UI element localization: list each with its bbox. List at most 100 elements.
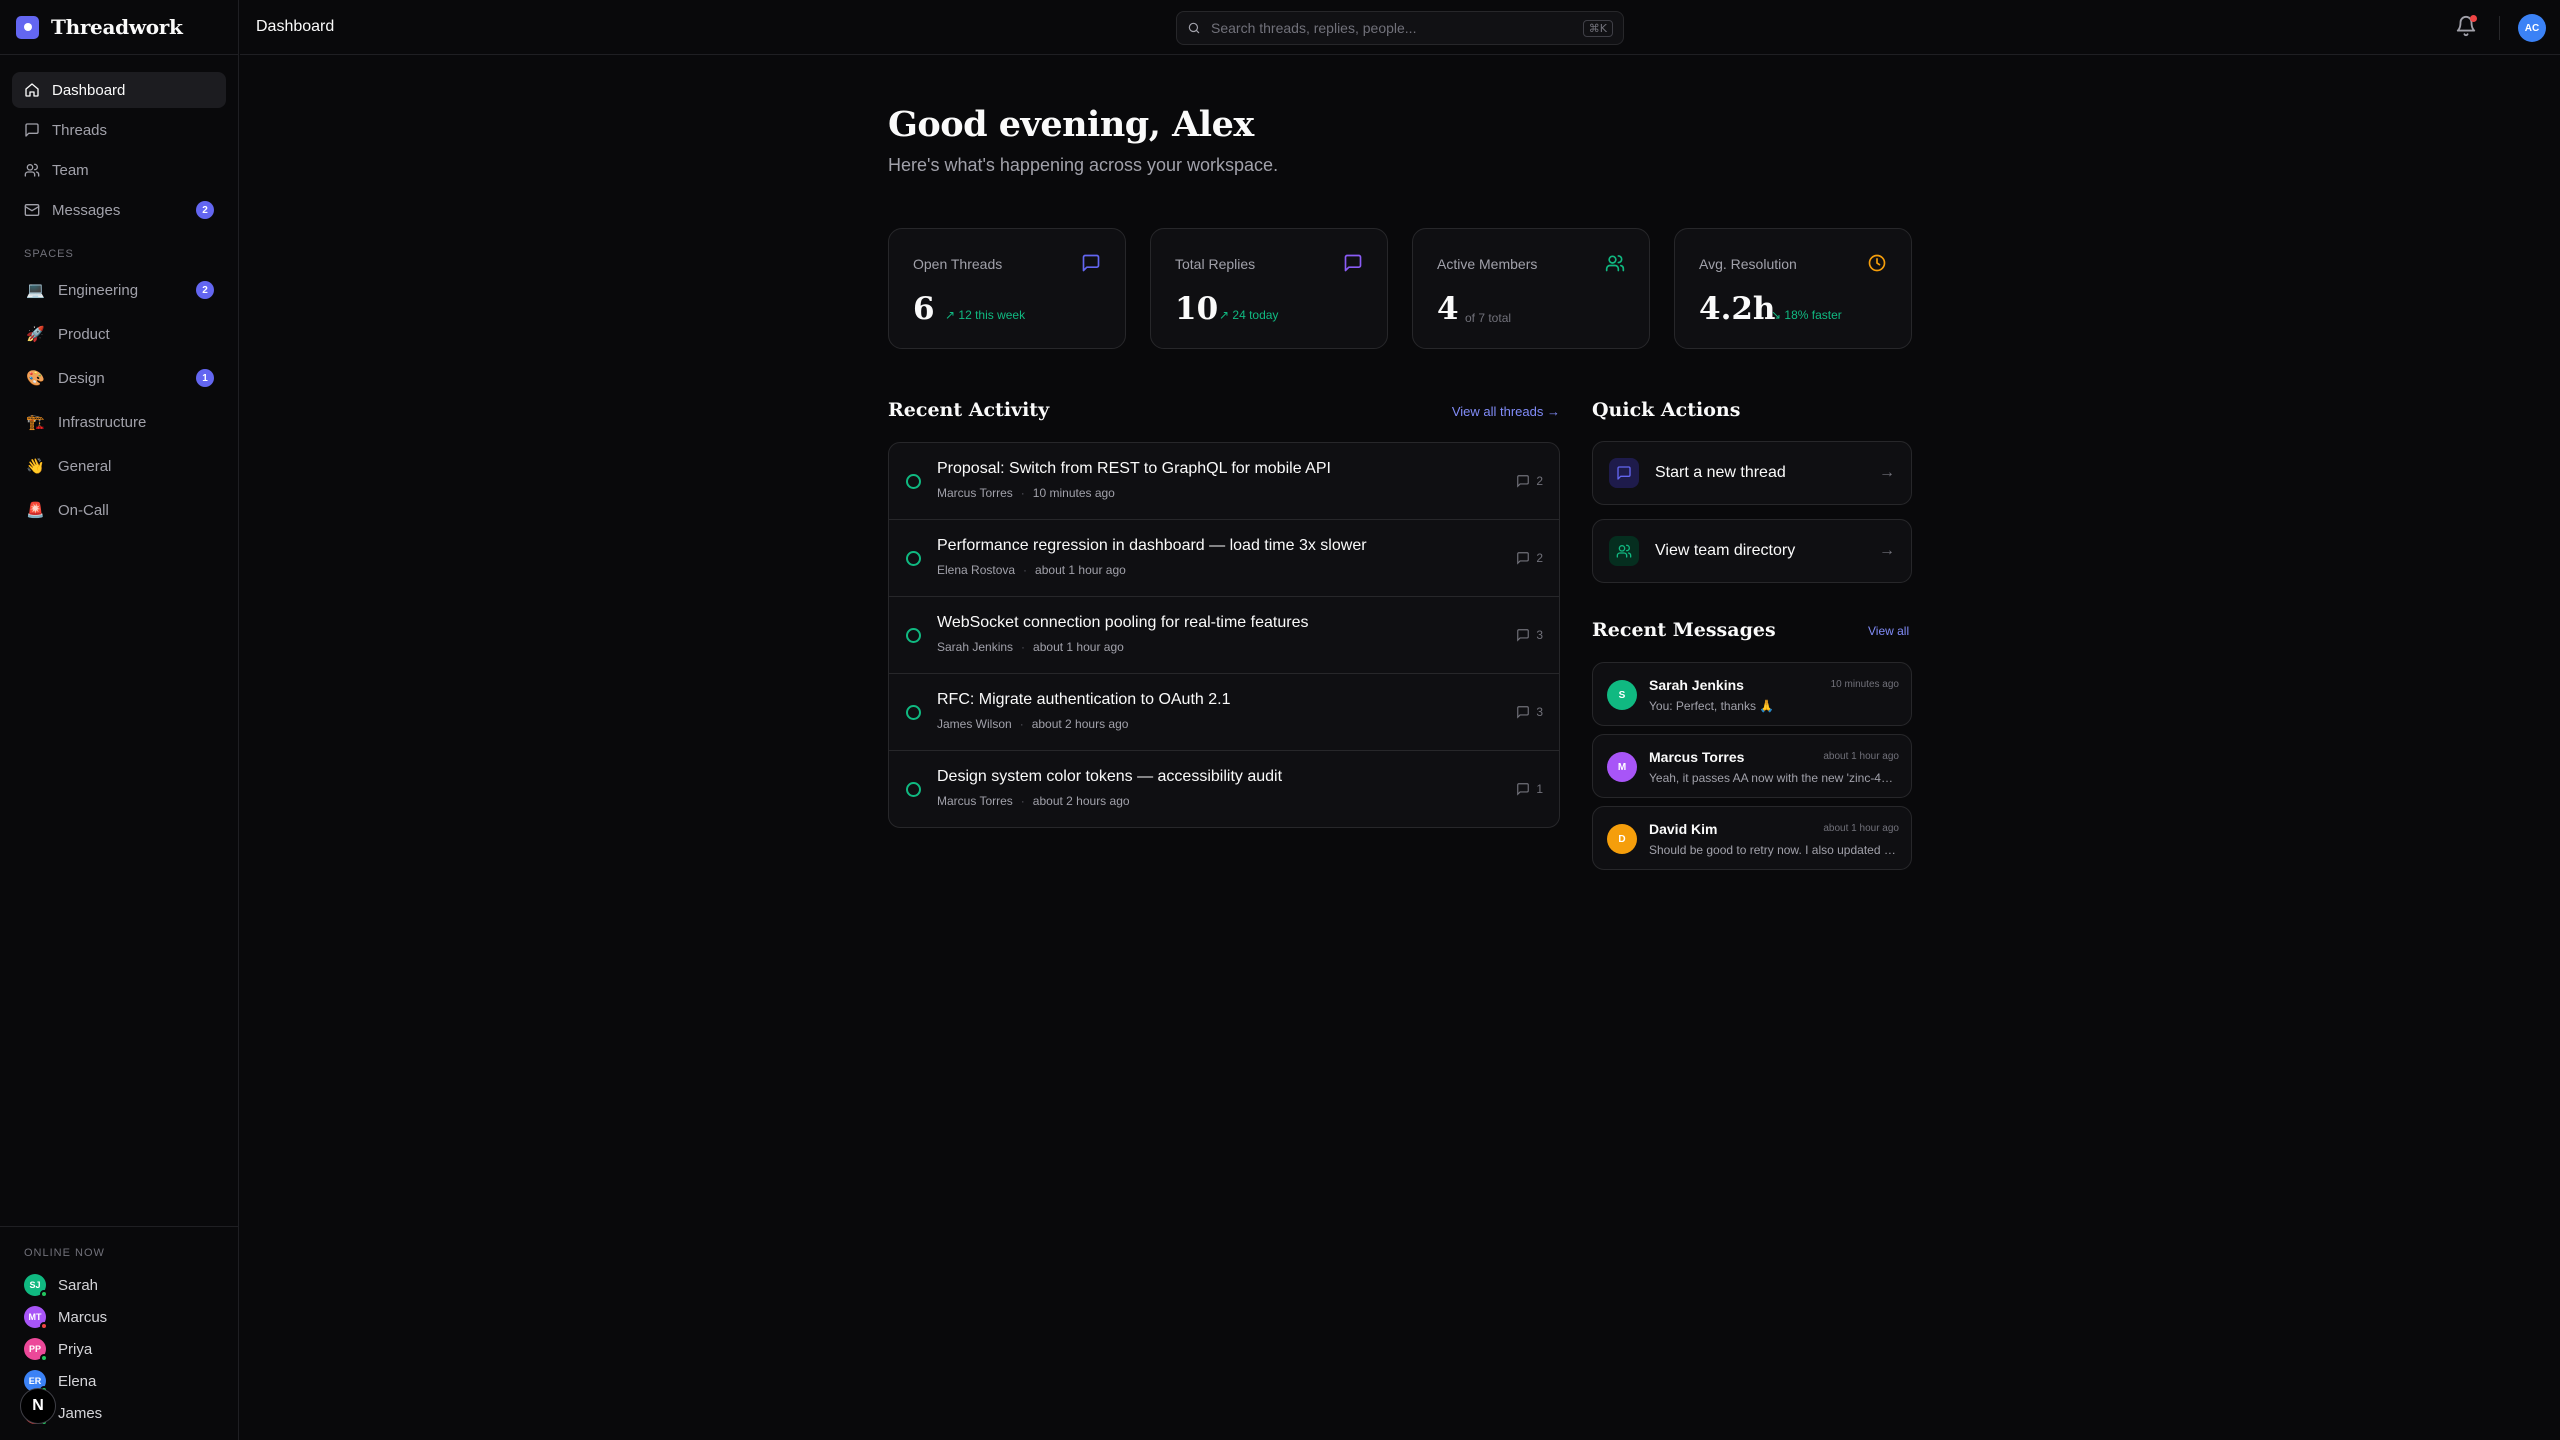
greeting: Good evening, Alex [888,104,1254,145]
online-user[interactable]: SJ Sarah [0,1269,238,1301]
stat-value: 10 [1175,291,1219,327]
space-item-engineering[interactable]: 💻 Engineering 2 [0,270,238,310]
thread-title: Proposal: Switch from REST to GraphQL fo… [937,460,1331,477]
online-user[interactable]: MT Marcus [0,1301,238,1333]
nav-item-team[interactable]: Team [12,152,226,188]
online-now-label: ONLINE NOW [24,1247,105,1259]
message-snippet: Should be good to retry now. I also upda… [1649,843,1899,857]
brand[interactable]: Threadwork [0,0,238,55]
comment-icon [1517,783,1530,796]
online-user-name: Marcus [58,1308,108,1326]
stat-card-active-members: Active Members 4 of 7 total [1412,228,1650,349]
thread-meta: Elena Rostova · about 1 hour ago [937,563,1126,577]
space-item-general[interactable]: 👋 General [0,446,238,486]
stat-trend: ↘ 18% faster [1771,308,1842,322]
avatar: SJ [24,1274,48,1298]
space-label: On-Call [58,501,109,519]
nav-item-dashboard[interactable]: Dashboard [12,72,226,108]
nav-item-messages[interactable]: Messages 2 [12,192,226,228]
users-icon [1605,255,1625,272]
sender-name: Sarah Jenkins [1649,677,1744,693]
subtitle: Here's what's happening across your work… [888,155,1279,175]
stat-card-open-threads: Open Threads 6 ↗ 12 this week [888,228,1126,349]
online-user-name: Elena [58,1372,97,1390]
rocket-icon: 🚀 [26,326,45,343]
thread-title: WebSocket connection pooling for real-ti… [937,614,1309,631]
shortcut-hint: ⌘K [1582,19,1613,37]
quick-action-label: Start a new thread [1655,464,1786,481]
stat-card-total-replies: Total Replies 10 ↗ 24 today [1150,228,1388,349]
notification-dot [2470,15,2477,22]
reply-count: 2 [1516,551,1543,565]
online-user-name: Sarah [58,1276,99,1294]
search-input[interactable] [1211,20,1573,36]
nav-label: Dashboard [52,81,126,99]
message-preview[interactable]: S Sarah Jenkins 10 minutes ago You: Perf… [1592,662,1912,726]
nav-label: Messages [52,201,121,219]
avatar: D [1607,824,1637,854]
activity-row[interactable]: WebSocket connection pooling for real-ti… [889,597,1559,674]
space-item-on-call[interactable]: 🚨 On-Call [0,490,238,530]
stat-trend: ↗ 12 this week [945,308,1026,322]
message-preview[interactable]: D David Kim about 1 hour ago Should be g… [1592,806,1912,870]
stat-label: Open Threads [913,256,1003,272]
stat-label: Active Members [1437,256,1538,272]
thread-title: Design system color tokens — accessibili… [937,768,1283,785]
stat-trend: ↗ 24 today [1219,308,1279,322]
message-snippet: Yeah, it passes AA now with the new 'zin… [1649,771,1899,785]
spaces-list: 💻 Engineering 2 🚀 Product 🎨 Design 1 🏗️ … [0,270,238,530]
quick-action-label: View team directory [1655,542,1796,559]
comment-icon [1517,475,1530,488]
avatar: MT [24,1306,48,1330]
stat-card-avg-resolution: Avg. Resolution 4.2h ↘ 18% faster [1674,228,1912,349]
next-dev-badge[interactable]: N [20,1388,56,1424]
message-time: 10 minutes ago [1830,679,1899,690]
topbar: Dashboard ⌘K AC [240,0,2560,55]
online-now-panel: ONLINE NOW SJ Sarah MT Marcus PP Priya E… [0,1226,238,1440]
unread-badge: 2 [196,281,214,299]
online-user[interactable]: PP Priya [0,1333,238,1365]
search-box[interactable]: ⌘K [1176,11,1624,45]
user-avatar[interactable]: AC [2518,14,2546,42]
activity-row[interactable]: Design system color tokens — accessibili… [889,751,1559,827]
space-item-infrastructure[interactable]: 🏗️ Infrastructure [0,402,238,442]
space-item-product[interactable]: 🚀 Product [0,314,238,354]
stat-subtext: of 7 total [1465,311,1512,325]
thread-meta: Marcus Torres · about 2 hours ago [937,794,1130,808]
space-item-design[interactable]: 🎨 Design 1 [0,358,238,398]
chat-icon [25,123,39,137]
stat-value: 4.2h [1699,291,1776,327]
status-dot [40,1322,48,1330]
reply-count: 2 [1516,474,1543,488]
siren-icon: 🚨 [26,502,45,519]
space-label: General [58,457,112,475]
arrow-right-icon: → [1879,542,1895,559]
activity-row[interactable]: RFC: Migrate authentication to OAuth 2.1… [889,674,1559,751]
space-label: Design [58,369,105,387]
nav-label: Threads [52,121,108,139]
space-label: Product [58,325,110,343]
start-thread-button[interactable]: Start a new thread → [1592,441,1912,505]
home-icon [25,83,39,97]
stat-label: Avg. Resolution [1699,256,1797,272]
view-all-messages-link[interactable]: View all [1868,624,1909,638]
online-user-name: Priya [58,1340,93,1358]
view-all-threads-link[interactable]: View all threads → [1452,404,1560,419]
thread-meta: James Wilson · about 2 hours ago [937,717,1129,731]
stat-value: 6 [913,291,935,327]
nav-item-threads[interactable]: Threads [12,112,226,148]
activity-row[interactable]: Proposal: Switch from REST to GraphQL fo… [889,443,1559,520]
message-preview[interactable]: M Marcus Torres about 1 hour ago Yeah, i… [1592,734,1912,798]
activity-row[interactable]: Performance regression in dashboard — lo… [889,520,1559,597]
thread-title: Performance regression in dashboard — lo… [937,537,1367,554]
space-label: Infrastructure [58,413,147,431]
message-time: about 1 hour ago [1823,823,1899,834]
status-dot [40,1290,48,1298]
unread-badge: 1 [196,369,214,387]
wave-icon: 👋 [26,458,45,475]
chat-icon [1344,254,1362,272]
recent-messages-title: Recent Messages [1592,619,1776,641]
open-status-icon [906,705,921,720]
avatar: S [1607,680,1637,710]
view-team-directory-button[interactable]: View team directory → [1592,519,1912,583]
